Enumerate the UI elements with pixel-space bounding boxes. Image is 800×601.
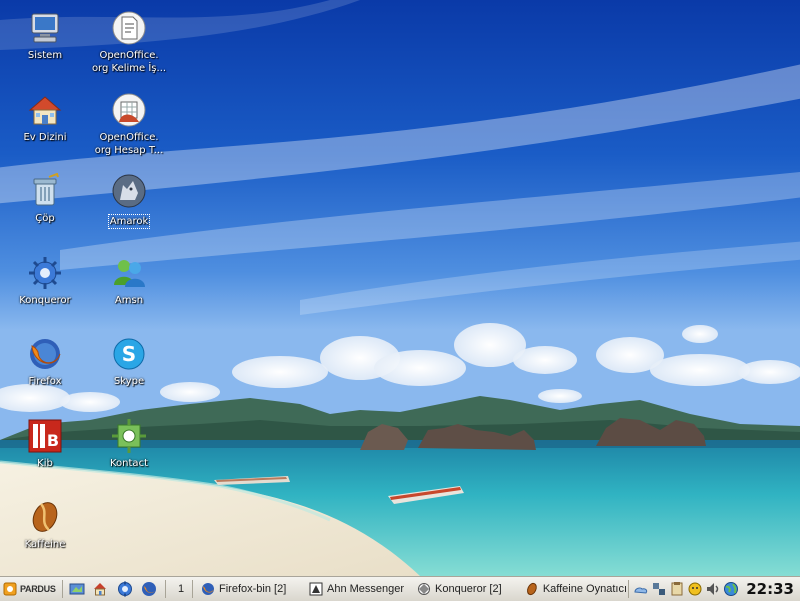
skype-icon: S: [111, 336, 147, 372]
tray-network[interactable]: [651, 579, 667, 599]
weather-icon: [634, 587, 648, 594]
desktop-icon-label: OpenOffice. org Kelime İş...: [91, 50, 167, 74]
desktop-icon-p[interactable]: Çöp: [3, 173, 87, 225]
task-button-kaffeine-oynat-c[interactable]: Kaffeine Oynatıcı: [522, 579, 630, 599]
tray-clipboard[interactable]: [669, 579, 685, 599]
firefox-icon: [202, 583, 214, 595]
computer-icon: [27, 10, 63, 46]
audio-icon: [707, 583, 719, 595]
desktop-icon-label: Çöp: [35, 213, 55, 224]
konqueror-icon: [418, 583, 430, 595]
desktop-icon-amarok[interactable]: Amarok: [87, 173, 171, 229]
desktop-icon-openoffice[interactable]: OpenOffice. org Hesap T...: [87, 92, 171, 157]
task-label: Kaffeine Oynatıcı: [542, 583, 627, 595]
quicklaunch-desktop[interactable]: [69, 579, 85, 599]
task-button-ahn-messenger[interactable]: Ahn Messenger: [306, 579, 414, 599]
tray-weather[interactable]: [633, 579, 649, 599]
task-label: Firefox-bin [2]: [219, 583, 287, 595]
quicklaunch-firefox[interactable]: [141, 579, 157, 599]
taskbar-separator: [628, 580, 629, 598]
desktop-icon-label: Amsn: [114, 294, 144, 306]
virtual-desktop-pager[interactable]: 1: [175, 579, 187, 599]
desktop-icon-label: Sistem: [27, 50, 63, 61]
desktop-icon-amsn[interactable]: Amsn: [87, 255, 171, 307]
svg-text:S: S: [122, 342, 136, 366]
messenger-icon: [309, 582, 323, 596]
desktop-icon-kaffeine[interactable]: Kaffeine: [3, 499, 87, 551]
amarok-wolf-icon: [111, 173, 147, 209]
desktop-icon-label: Kaffeine: [24, 539, 66, 550]
taskbar-separator: [62, 580, 63, 598]
desktop-icon-label: Kib: [37, 457, 53, 469]
desktop-icon-firefox[interactable]: Firefox: [3, 336, 87, 388]
taskbar-separator: [165, 580, 166, 598]
task-label: Ahn Messenger: [327, 583, 405, 595]
writer-document-icon: [111, 10, 147, 46]
tray-globe[interactable]: [723, 579, 739, 599]
home-icon: [94, 583, 106, 596]
messenger-tray-icon: [688, 582, 702, 596]
start-label: PARDUS: [20, 584, 56, 594]
amsn-buddies-icon: [111, 255, 147, 291]
task-button-firefox-bin-2[interactable]: Firefox-bin [2]: [198, 579, 306, 599]
trash-icon: [27, 173, 63, 209]
desktop-icon-konqueror[interactable]: Konqueror: [3, 255, 87, 307]
task-button-konqueror-2[interactable]: Konqueror [2]: [414, 579, 522, 599]
desktop-number: 1: [177, 583, 185, 595]
desktop-icon-label: Kontact: [110, 457, 148, 469]
desktop-icon-sistem[interactable]: Sistem: [3, 10, 87, 62]
kaffeine-icon: [527, 582, 537, 596]
home-folder-icon: [27, 92, 63, 128]
tray-messenger-tray[interactable]: [687, 579, 703, 599]
desktop-icon-kontact[interactable]: Kontact: [87, 418, 171, 470]
network-icon: [653, 583, 665, 595]
kontact-icon: [111, 418, 147, 454]
taskbar-separator: [192, 580, 193, 598]
kib-icon: B: [27, 418, 63, 454]
konqueror-icon: [118, 581, 132, 597]
quicklaunch-home[interactable]: [92, 579, 108, 599]
firefox-icon: [27, 336, 63, 372]
kaffeine-icon: [27, 499, 63, 535]
clock[interactable]: 22:33: [746, 578, 794, 600]
pardus-logo-icon: [3, 582, 17, 596]
desktop-icon-label: Skype: [113, 376, 145, 387]
show-desktop-icon: [69, 583, 85, 595]
globe-icon: [724, 582, 738, 596]
task-label: Konqueror [2]: [435, 583, 502, 595]
desktop-icon-label: OpenOffice. org Hesap T...: [94, 131, 164, 156]
tray-audio[interactable]: [705, 579, 721, 599]
desktop-icon-skype[interactable]: S Skype: [87, 336, 171, 388]
desktop-icon-openoffice[interactable]: OpenOffice. org Kelime İş...: [87, 10, 171, 75]
firefox-icon: [142, 582, 156, 596]
desktop-icon-label: Amarok: [107, 214, 151, 229]
desktop-icon-label: Firefox: [28, 376, 62, 387]
konqueror-gear-icon: [27, 255, 63, 291]
desktop-icon-label: Ev Dizini: [23, 131, 67, 143]
quicklaunch-konqueror[interactable]: [117, 579, 133, 599]
clipboard-icon: [671, 582, 683, 596]
svg-text:B: B: [47, 431, 59, 450]
calc-spreadsheet-icon: [111, 92, 147, 128]
desktop-icon-ev-dizini[interactable]: Ev Dizini: [3, 92, 87, 144]
start-menu-button[interactable]: PARDUS: [3, 579, 56, 599]
desktop[interactable]: Sistem OpenOffice. org Kelime İş... Ev Diz…: [0, 0, 800, 576]
desktop-icon-label: Konqueror: [19, 294, 71, 306]
taskbar: PARDUS 1 Firefox-bin [2] Ahn Messenger K…: [0, 576, 800, 601]
desktop-icon-kib[interactable]: B Kib: [3, 418, 87, 470]
